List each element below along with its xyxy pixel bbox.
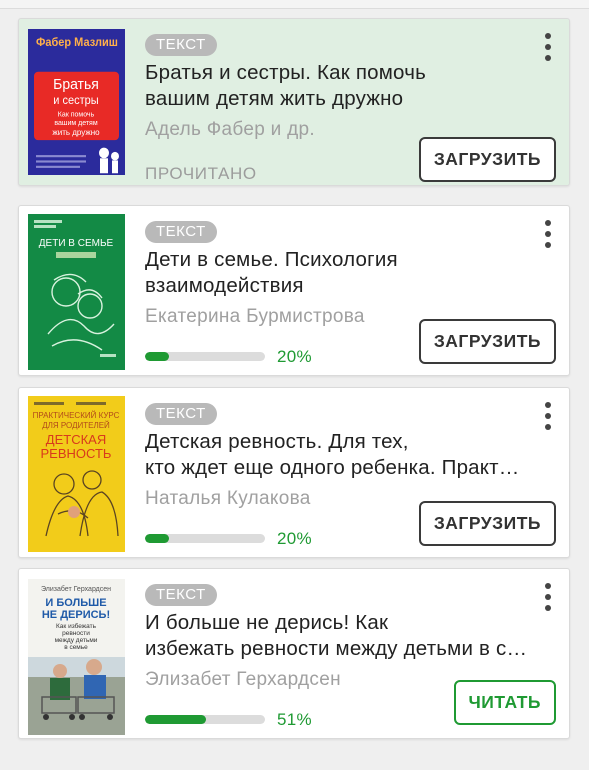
download-button[interactable]: ЗАГРУЗИТЬ [418, 319, 556, 364]
book-title[interactable]: Детская ревность. Для тех, кто ждет еще … [145, 429, 530, 481]
reading-progress-label: 51% [277, 710, 312, 729]
reading-progress-label: 20% [277, 347, 312, 366]
format-badge: ТЕКСТ [145, 403, 217, 425]
cover-title-line: ДЕТИ В СЕМЬЕ [39, 238, 114, 249]
cover-title-line: ДЕТСКАЯ [46, 432, 106, 447]
book-title[interactable]: И больше не дерись! Как избежать ревност… [145, 610, 530, 662]
book-title[interactable]: Братья и сестры. Как помочь вашим детям … [145, 60, 530, 112]
cover-top-line: ПРАКТИЧЕСКИЙ КУРС [33, 411, 120, 420]
book-title-line: избежать ревности между детьми в семье [145, 637, 530, 660]
cover-subtitle-line: вашим детям [54, 118, 97, 127]
book-author: Екатерина Бурмистрова [145, 306, 365, 327]
download-button[interactable]: ЗАГРУЗИТЬ [418, 137, 556, 182]
book-cover[interactable]: ДЕТИ В СЕМЬЕ [28, 214, 125, 370]
cover-title-line: Братья [53, 76, 99, 93]
cover-publisher: Фабер Мазлиш [36, 37, 118, 49]
more-options-icon[interactable] [543, 33, 553, 61]
book-cover[interactable]: Элизабет Герхардсен И БОЛЬШЕ НЕ ДЕРИСЬ! … [28, 579, 125, 735]
cover-subtitle-line: в семье [64, 644, 88, 651]
book-author: Адель Фабер и др. [145, 119, 315, 140]
cover-subtitle-line: Как избежать [56, 622, 97, 630]
cover-subtitle-line: жить дружно [52, 128, 100, 137]
reading-progress-bar [145, 715, 265, 724]
reading-progress-fill [145, 715, 207, 724]
read-button[interactable]: ЧИТАТЬ [453, 680, 556, 725]
cover-title-line: и сестры [53, 95, 98, 107]
read-status: ПРОЧИТАНО [145, 164, 257, 183]
more-options-icon[interactable] [543, 583, 553, 611]
cover-author: Элизабет Герхардсен [41, 585, 111, 593]
book-author: Элизабет Герхардсен [145, 669, 341, 690]
cover-subtitle-line: ревности [62, 630, 90, 637]
book-card[interactable]: Элизабет Герхардсен И БОЛЬШЕ НЕ ДЕРИСЬ! … [18, 568, 570, 739]
cover-top-line: ДЛЯ РОДИТЕЛЕЙ [42, 421, 110, 430]
book-card[interactable]: Фабер Мазлиш Братья и сестры Как помочь … [18, 18, 570, 186]
book-title-line: вашим детям жить дружно [145, 87, 404, 110]
cover-title-line: РЕВНОСТЬ [41, 446, 112, 461]
more-options-icon[interactable] [543, 220, 553, 248]
reading-progress-label: 20% [277, 529, 312, 548]
book-title-line: И больше не дерись! Как [145, 611, 389, 634]
cover-title-line: И БОЛЬШЕ [45, 597, 106, 609]
reading-progress-bar [145, 352, 265, 361]
reading-progress-fill [145, 534, 169, 543]
book-title-line: кто ждет еще одного ребенка. Практически… [145, 456, 530, 479]
book-title-line: Братья и сестры. Как помочь [145, 61, 426, 84]
cover-subtitle-line: между детьми [55, 637, 98, 644]
reading-progress-bar [145, 534, 265, 543]
book-title-line: Дети в семье. Психология [145, 248, 398, 271]
format-badge: ТЕКСТ [145, 34, 217, 56]
book-cover[interactable]: ПРАКТИЧЕСКИЙ КУРС ДЛЯ РОДИТЕЛЕЙ ДЕТСКАЯ … [28, 396, 125, 552]
book-card[interactable]: ПРАКТИЧЕСКИЙ КУРС ДЛЯ РОДИТЕЛЕЙ ДЕТСКАЯ … [18, 387, 570, 558]
book-author: Наталья Кулакова [145, 488, 311, 509]
book-cover[interactable]: Фабер Мазлиш Братья и сестры Как помочь … [28, 29, 125, 175]
cover-title-line: НЕ ДЕРИСЬ! [42, 609, 110, 621]
format-badge: ТЕКСТ [145, 221, 217, 243]
book-title-line: Детская ревность. Для тех, [145, 430, 409, 453]
book-title-line: взаимодействия [145, 274, 304, 297]
top-divider [0, 0, 589, 9]
book-card[interactable]: ДЕТИ В СЕМЬЕ ТЕКСТ Дети в семье. Психоло… [18, 205, 570, 376]
reading-progress-fill [145, 352, 169, 361]
more-options-icon[interactable] [543, 402, 553, 430]
book-title[interactable]: Дети в семье. Психология взаимодействия [145, 247, 530, 299]
download-button[interactable]: ЗАГРУЗИТЬ [418, 501, 556, 546]
format-badge: ТЕКСТ [145, 584, 217, 606]
